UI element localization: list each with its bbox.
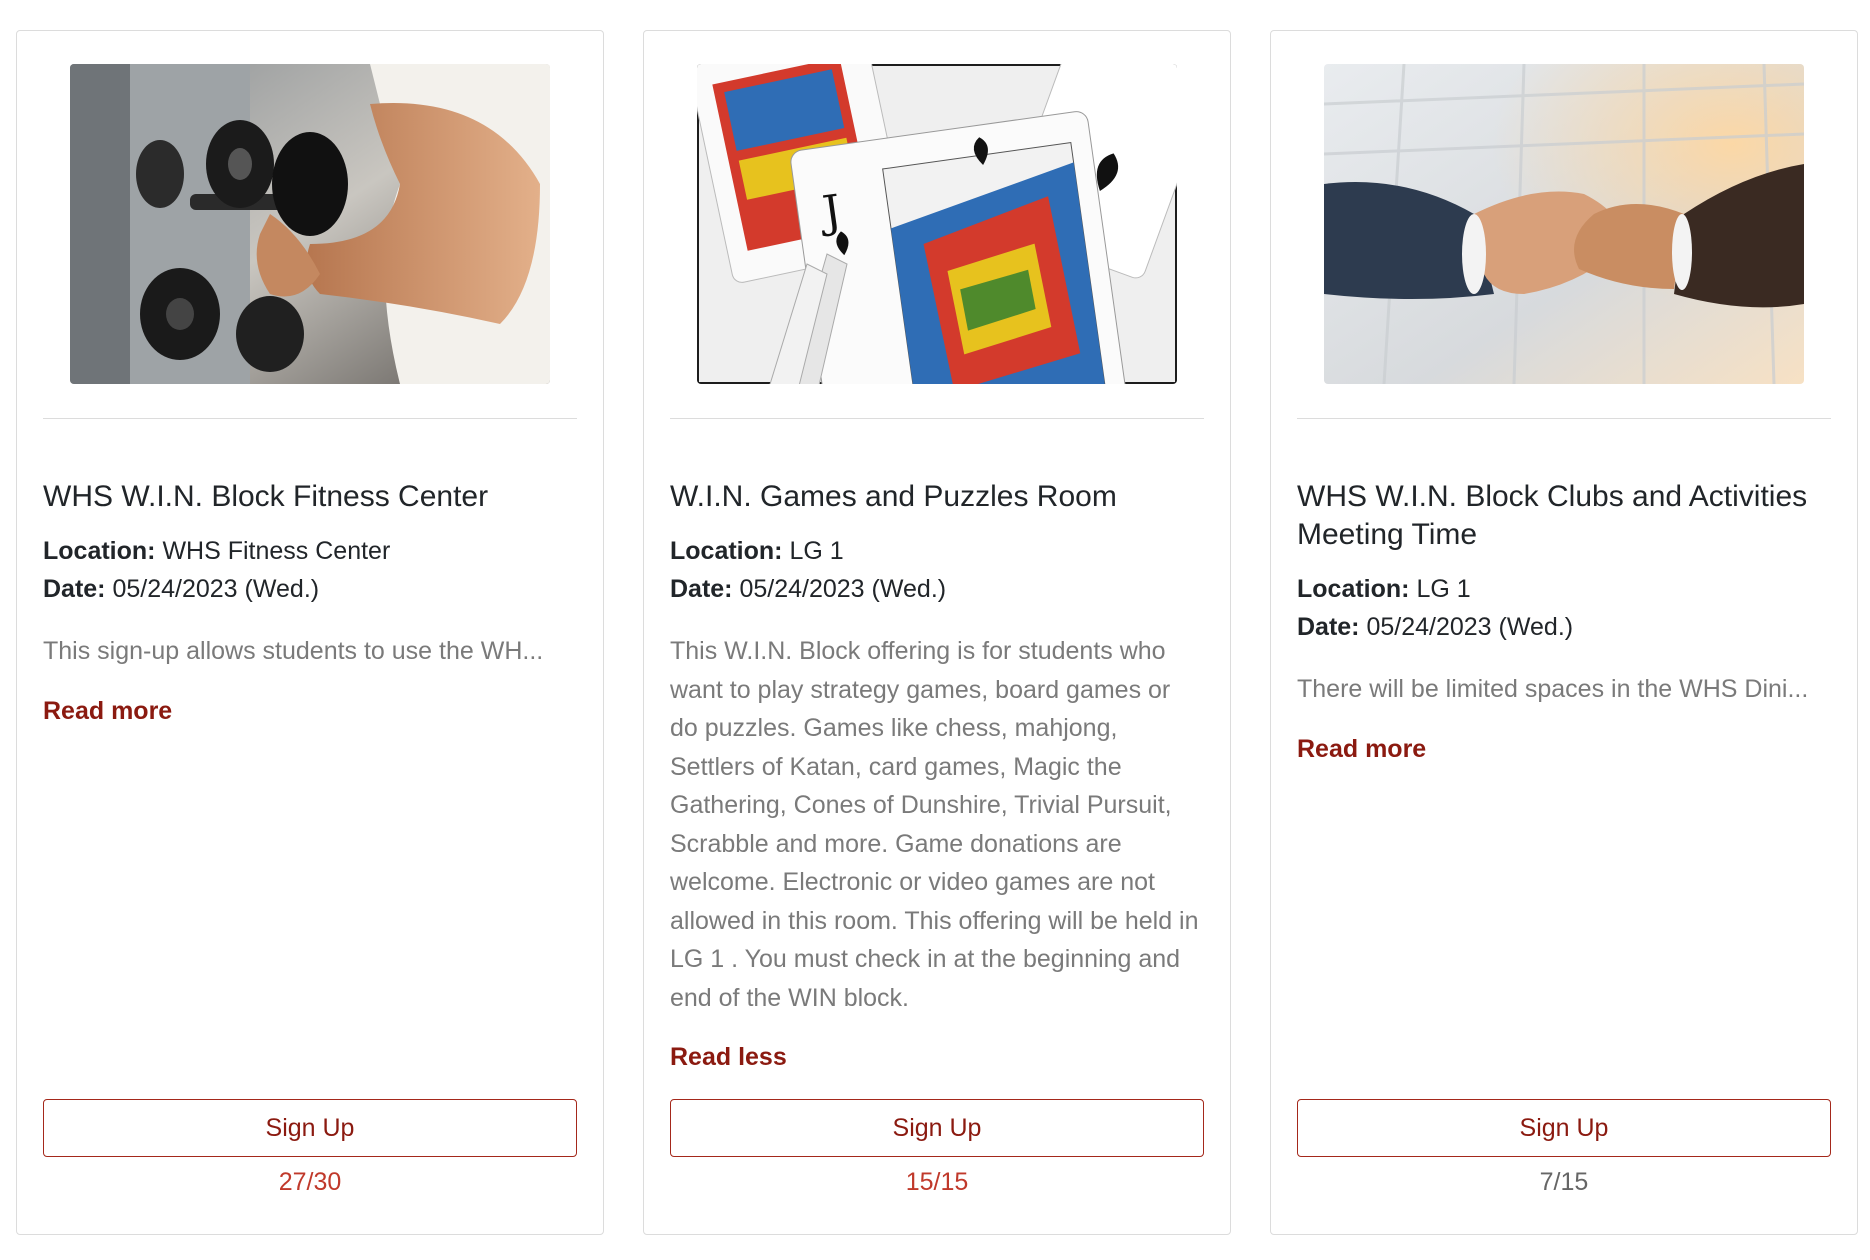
card-body: W.I.N. Games and Puzzles Room Location: … bbox=[670, 478, 1204, 1072]
read-less-link[interactable]: Read less bbox=[670, 1043, 787, 1072]
date-label: Date: bbox=[1297, 613, 1360, 641]
location-label: Location: bbox=[670, 537, 783, 565]
location-label: Location: bbox=[43, 537, 156, 565]
date-line: Date: 05/24/2023 (Wed.) bbox=[43, 570, 577, 608]
capacity-count: 15/15 bbox=[905, 1168, 969, 1196]
date-line: Date: 05/24/2023 (Wed.) bbox=[1297, 608, 1831, 646]
date-value: 05/24/2023 (Wed.) bbox=[739, 575, 947, 603]
playing-cards-photo-icon: J bbox=[697, 64, 1177, 384]
read-more-link[interactable]: Read more bbox=[1297, 735, 1426, 764]
handshake-photo-icon bbox=[1324, 64, 1804, 384]
card-title: W.I.N. Games and Puzzles Room bbox=[670, 480, 1117, 513]
fitness-image bbox=[70, 64, 550, 384]
date-line: Date: 05/24/2023 (Wed.) bbox=[670, 570, 1204, 608]
activity-card-fitness: WHS W.I.N. Block Fitness Center Location… bbox=[16, 30, 604, 1235]
card-body: WHS W.I.N. Block Fitness Center Location… bbox=[43, 478, 577, 726]
card-title: WHS W.I.N. Block Clubs and Activities Me… bbox=[1297, 480, 1808, 551]
sign-up-button[interactable]: Sign Up bbox=[1297, 1099, 1831, 1157]
location-line: Location: WHS Fitness Center bbox=[43, 532, 577, 570]
location-value: LG 1 bbox=[789, 537, 844, 565]
date-value: 05/24/2023 (Wed.) bbox=[112, 575, 320, 603]
card-description: This W.I.N. Block offering is for studen… bbox=[670, 637, 1199, 1012]
activity-card-games: J W.I.N. Games and Puzzles Room Location… bbox=[643, 30, 1231, 1235]
location-label: Location: bbox=[1297, 575, 1410, 603]
date-label: Date: bbox=[670, 575, 733, 603]
read-more-link[interactable]: Read more bbox=[43, 697, 172, 726]
capacity-count: 27/30 bbox=[278, 1168, 342, 1196]
location-value: WHS Fitness Center bbox=[162, 537, 391, 565]
games-image: J bbox=[697, 64, 1177, 384]
dumbbell-photo-icon bbox=[70, 64, 550, 384]
location-value: LG 1 bbox=[1416, 575, 1471, 603]
card-divider bbox=[670, 418, 1204, 419]
card-divider bbox=[1297, 418, 1831, 419]
clubs-image bbox=[1324, 64, 1804, 384]
location-line: Location: LG 1 bbox=[670, 532, 1204, 570]
activity-card-clubs: WHS W.I.N. Block Clubs and Activities Me… bbox=[1270, 30, 1858, 1235]
card-description: This sign-up allows students to use the … bbox=[43, 637, 544, 665]
date-label: Date: bbox=[43, 575, 106, 603]
capacity-count: 7/15 bbox=[1539, 1168, 1589, 1196]
sign-up-button[interactable]: Sign Up bbox=[670, 1099, 1204, 1157]
card-description: There will be limited spaces in the WHS … bbox=[1297, 675, 1809, 703]
card-title: WHS W.I.N. Block Fitness Center bbox=[43, 480, 489, 513]
card-body: WHS W.I.N. Block Clubs and Activities Me… bbox=[1297, 478, 1831, 764]
location-line: Location: LG 1 bbox=[1297, 570, 1831, 608]
card-divider bbox=[43, 418, 577, 419]
sign-up-button[interactable]: Sign Up bbox=[43, 1099, 577, 1157]
date-value: 05/24/2023 (Wed.) bbox=[1366, 613, 1574, 641]
